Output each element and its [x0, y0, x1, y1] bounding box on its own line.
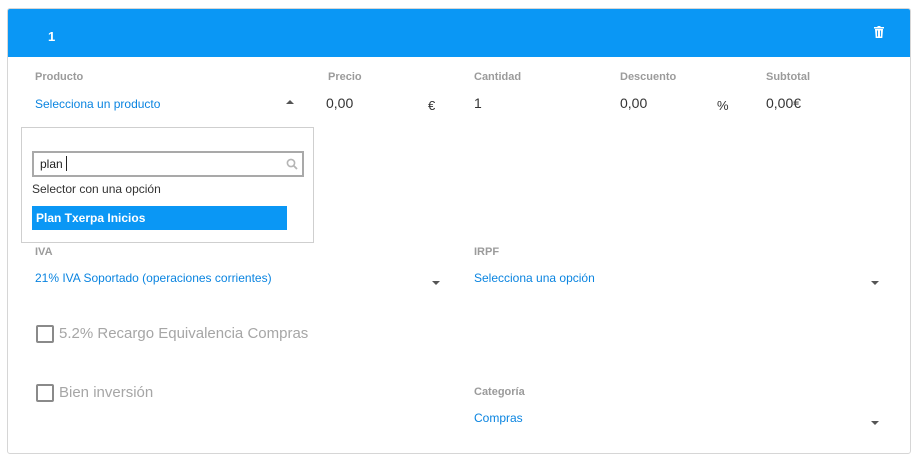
- quantity-input[interactable]: 1: [474, 95, 482, 111]
- price-currency: €: [428, 98, 436, 113]
- discount-label: Descuento: [620, 71, 677, 83]
- chevron-down-icon[interactable]: [871, 421, 879, 425]
- subtotal-label: Subtotal: [766, 71, 810, 83]
- search-icon: [286, 158, 298, 170]
- price-label: Precio: [328, 71, 362, 83]
- product-dropdown: plan Selector con una opción Plan Txerpa…: [21, 127, 314, 243]
- iva-label: IVA: [35, 246, 53, 258]
- dropdown-option[interactable]: Plan Txerpa Inicios: [32, 206, 287, 230]
- price-input[interactable]: 0,00: [326, 95, 353, 111]
- trash-icon[interactable]: [874, 26, 884, 38]
- chevron-down-icon[interactable]: [432, 281, 440, 285]
- iva-select[interactable]: 21% IVA Soportado (operaciones corriente…: [35, 271, 272, 285]
- line-header: 1: [8, 9, 910, 57]
- chevron-down-icon[interactable]: [871, 281, 879, 285]
- product-select[interactable]: Selecciona un producto: [35, 97, 160, 111]
- dropdown-hint: Selector con una opción: [32, 182, 161, 196]
- recargo-label: 5.2% Recargo Equivalencia Compras: [59, 325, 309, 342]
- subtotal-value: 0,00€: [766, 95, 802, 111]
- bien-inversion-checkbox[interactable]: [36, 384, 54, 402]
- line-number: 1: [48, 29, 56, 44]
- irpf-label: IRPF: [474, 246, 500, 258]
- discount-unit: %: [717, 98, 729, 113]
- bien-inversion-label: Bien inversión: [59, 384, 154, 401]
- recargo-checkbox[interactable]: [36, 325, 54, 343]
- product-label: Producto: [35, 71, 84, 83]
- quantity-label: Cantidad: [474, 71, 522, 83]
- chevron-up-icon[interactable]: [286, 100, 294, 104]
- product-search-input[interactable]: plan: [32, 151, 304, 177]
- discount-input[interactable]: 0,00: [620, 95, 647, 111]
- irpf-select[interactable]: Selecciona una opción: [474, 271, 595, 285]
- search-text: plan: [40, 157, 63, 171]
- text-cursor: [66, 156, 67, 171]
- categoria-label: Categoría: [474, 386, 525, 398]
- categoria-select[interactable]: Compras: [474, 411, 523, 425]
